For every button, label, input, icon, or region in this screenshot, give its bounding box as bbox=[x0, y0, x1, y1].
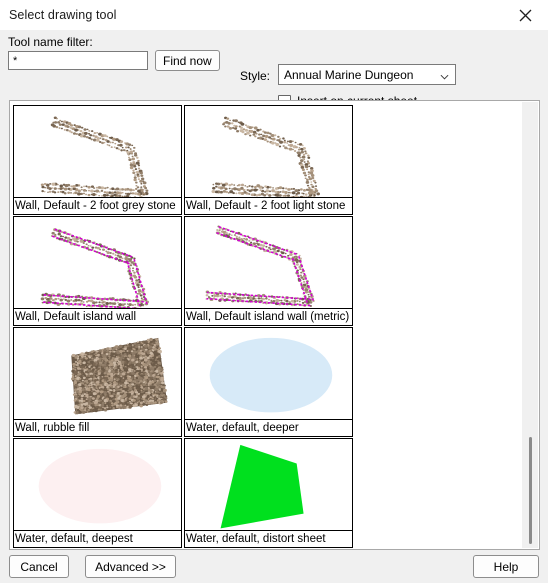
tool-item-label: Water, default, deepest bbox=[14, 530, 181, 547]
advanced-button[interactable]: Advanced >> bbox=[85, 555, 176, 578]
find-now-button[interactable]: Find now bbox=[155, 50, 220, 71]
tool-item-label: Wall, Default - 2 foot grey stone bbox=[14, 197, 181, 214]
tool-item-label: Wall, Default island wall (metric) bbox=[185, 308, 352, 325]
title-bar: Select drawing tool bbox=[0, 0, 548, 30]
tool-gallery-grid: Wall, Default - 2 foot grey stone Wall, D… bbox=[10, 101, 523, 549]
tool-name-filter-label: Tool name filter: bbox=[8, 35, 93, 49]
tool-gallery-item[interactable]: Wall, Default - 2 foot light stone bbox=[184, 105, 353, 215]
dialog-footer: Cancel Advanced >> Help bbox=[0, 550, 548, 583]
tool-gallery-item[interactable]: Water, default, deepest bbox=[13, 438, 182, 548]
style-dropdown-value: Annual Marine Dungeon bbox=[284, 67, 414, 82]
gallery-scrollbar-track[interactable] bbox=[522, 102, 538, 548]
style-dropdown[interactable]: Annual Marine Dungeon bbox=[278, 64, 456, 85]
tool-item-label: Wall, rubble fill bbox=[14, 419, 181, 436]
window-title: Select drawing tool bbox=[9, 8, 117, 22]
tool-item-label: Wall, Default - 2 foot light stone bbox=[185, 197, 352, 214]
close-icon[interactable] bbox=[502, 0, 548, 30]
tool-gallery-item[interactable]: Wall, rubble fill bbox=[13, 327, 182, 437]
filter-form: Tool name filter: Find now Style: Annual… bbox=[0, 30, 548, 127]
tool-gallery-item[interactable]: Water, default, deeper bbox=[184, 327, 353, 437]
tool-item-label: Water, default, distort sheet bbox=[185, 530, 352, 547]
tool-gallery-item[interactable]: Wall, Default island wall (metric) bbox=[184, 216, 353, 326]
gallery-scrollbar-thumb[interactable] bbox=[529, 437, 532, 544]
tool-gallery-item[interactable]: Wall, Default island wall bbox=[13, 216, 182, 326]
tool-gallery-item[interactable]: Wall, Default - 2 foot grey stone bbox=[13, 105, 182, 215]
chevron-down-icon bbox=[440, 70, 449, 80]
tool-gallery: Wall, Default - 2 foot grey stone Wall, D… bbox=[9, 100, 540, 550]
style-label: Style: bbox=[240, 69, 271, 83]
select-drawing-tool-dialog: Select drawing tool Tool name filter: Fi… bbox=[0, 0, 548, 583]
cancel-button[interactable]: Cancel bbox=[9, 555, 69, 578]
tool-gallery-item[interactable]: Water, default, distort sheet bbox=[184, 438, 353, 548]
help-button[interactable]: Help bbox=[473, 555, 539, 578]
tool-item-label: Wall, Default island wall bbox=[14, 308, 181, 325]
tool-name-filter-input[interactable] bbox=[8, 51, 148, 70]
tool-item-label: Water, default, deeper bbox=[185, 419, 352, 436]
